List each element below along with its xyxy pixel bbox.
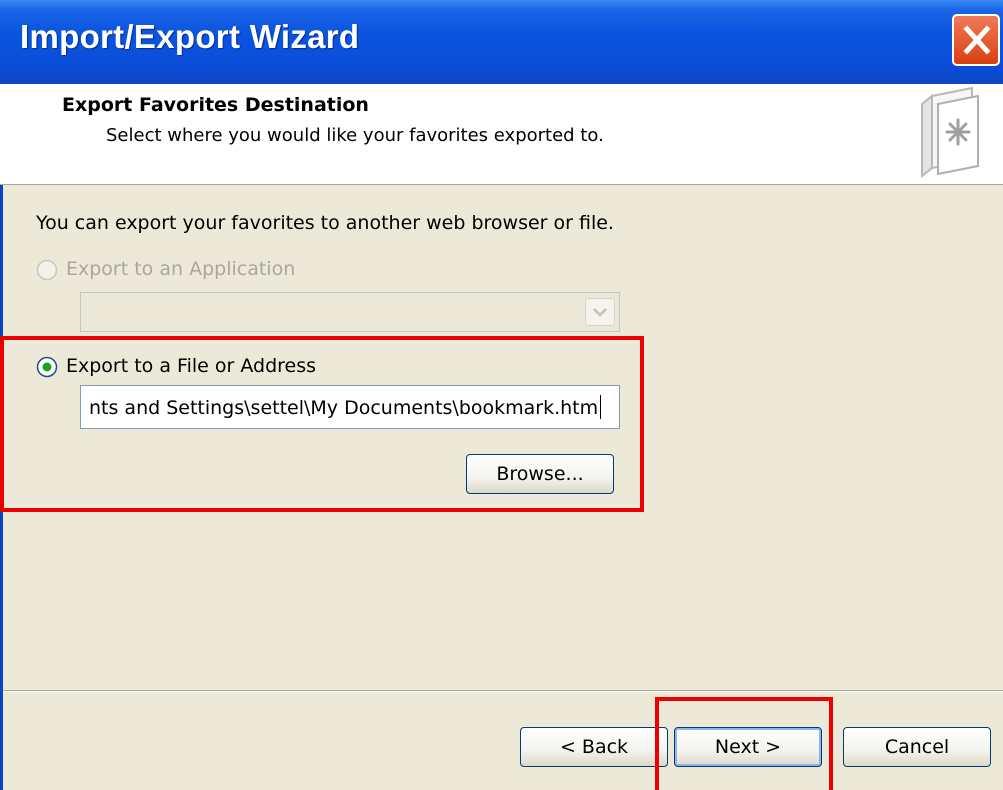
wizard-header: Export Favorites Destination Select wher…: [0, 84, 1003, 185]
application-dropdown[interactable]: [80, 292, 620, 332]
intro-text: You can export your favorites to another…: [36, 212, 614, 234]
export-to-application-radio[interactable]: [36, 259, 58, 281]
file-option-highlight: [0, 336, 644, 512]
footer-separator: [3, 690, 1003, 692]
title-bar[interactable]: Import/Export Wizard: [0, 0, 1003, 84]
close-button[interactable]: [952, 14, 1000, 66]
favorites-export-icon: [921, 86, 979, 179]
application-dropdown-button[interactable]: [585, 298, 615, 326]
back-button[interactable]: < Back: [520, 727, 668, 767]
header-title: Export Favorites Destination: [62, 94, 369, 116]
export-to-application-label: Export to an Application: [66, 258, 296, 280]
window-title: Import/Export Wizard: [20, 18, 360, 55]
close-icon: [963, 25, 991, 55]
wizard-window: Import/Export Wizard Export Favorites De…: [0, 0, 1003, 790]
next-button-highlight: [655, 697, 833, 790]
cancel-button[interactable]: Cancel: [843, 727, 991, 767]
header-subtitle: Select where you would like your favorit…: [106, 125, 604, 146]
chevron-down-icon: [593, 308, 607, 317]
